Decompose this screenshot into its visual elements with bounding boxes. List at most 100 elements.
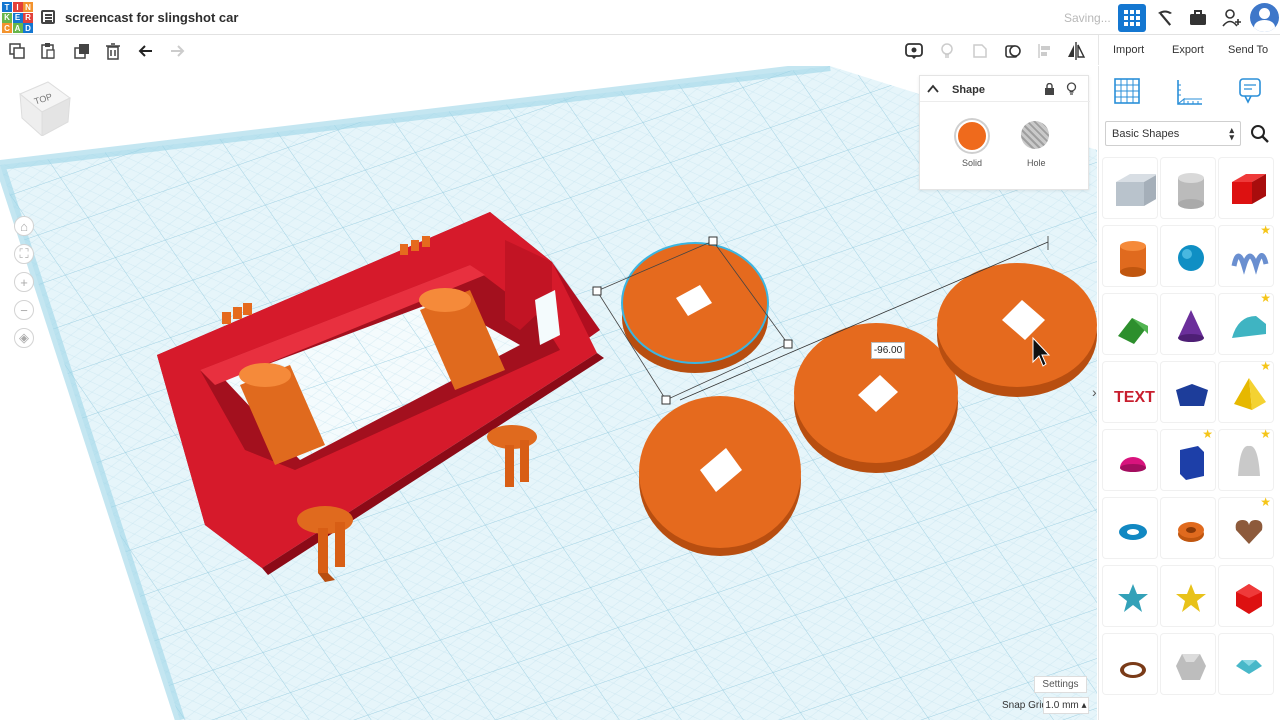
import-button[interactable]: Import [1113, 44, 1144, 56]
torus-icon [1119, 524, 1147, 540]
shape-polygon[interactable] [1161, 362, 1215, 422]
delete-icon[interactable] [102, 40, 124, 62]
shape-box[interactable] [1219, 158, 1273, 218]
undo-icon[interactable] [135, 40, 157, 62]
zoom-out-icon[interactable]: − [14, 300, 34, 320]
shape-ring[interactable] [1103, 634, 1157, 694]
shape-box-hole[interactable] [1103, 158, 1157, 218]
shape-gem[interactable] [1219, 634, 1273, 694]
shape-torus[interactable] [1103, 498, 1157, 558]
shape-scribble[interactable]: ★ [1219, 223, 1273, 286]
shape-panel-title: Shape [952, 84, 986, 96]
workplane-grid-icon[interactable] [1113, 77, 1141, 105]
saving-status: Saving... [1064, 11, 1111, 25]
snap-grid-select[interactable]: 1.0 mm ▴ [1043, 697, 1089, 714]
shape-library-select[interactable]: Basic Shapes ▴ ▾ [1105, 121, 1241, 146]
send-to-button[interactable]: Send To [1228, 44, 1268, 56]
view-cube[interactable]: TOP [18, 76, 72, 138]
pyramid-icon [1234, 378, 1266, 410]
solid-color-swatch[interactable] [956, 120, 988, 152]
shape-soccer-ball[interactable] [1161, 634, 1215, 694]
logo-letter: I [12, 2, 23, 12]
duplicate-icon[interactable] [71, 40, 93, 62]
collapse-panel-icon[interactable]: › [1092, 384, 1097, 400]
roof-icon [1118, 318, 1148, 344]
shape-star[interactable] [1103, 566, 1157, 626]
sphere-icon [1178, 245, 1204, 271]
fit-view-icon[interactable]: ⛶ [14, 244, 34, 264]
featured-star-icon: ★ [1260, 223, 1271, 237]
perspective-icon[interactable]: ◈ [14, 328, 34, 348]
logo-letter: N [23, 2, 33, 12]
chevron-up-icon[interactable] [927, 84, 939, 94]
export-button[interactable]: Export [1172, 44, 1204, 56]
logo-letter: A [12, 23, 23, 33]
logo-letter: E [12, 12, 23, 23]
shape-pyramid[interactable]: ★ [1219, 359, 1273, 422]
polygon-icon [1176, 384, 1208, 406]
avatar-icon[interactable] [1250, 3, 1279, 32]
notes-icon[interactable] [1238, 77, 1262, 105]
box-icon [1232, 174, 1266, 204]
featured-star-icon: ★ [1260, 291, 1271, 305]
shape-half-sphere[interactable] [1103, 430, 1157, 490]
shape-icosahedron[interactable] [1219, 566, 1273, 626]
shape-cone[interactable] [1161, 294, 1215, 354]
pickaxe-icon[interactable] [1151, 4, 1179, 32]
wheel-back[interactable] [937, 263, 1097, 397]
text-icon: TEXT [1114, 389, 1155, 406]
shape-hexagonal-prism[interactable]: ★ [1161, 427, 1215, 490]
shape-text[interactable]: TEXT [1103, 362, 1157, 422]
redo-icon[interactable] [166, 40, 188, 62]
scribble-icon [1231, 253, 1269, 275]
shape-star-gold[interactable] [1161, 566, 1215, 626]
ruler-icon[interactable] [1175, 77, 1205, 107]
shape-cylinder[interactable] [1103, 226, 1157, 286]
design-list-icon[interactable] [41, 10, 55, 24]
briefcase-icon[interactable] [1184, 4, 1212, 32]
wheel-front[interactable] [639, 396, 801, 556]
shape-cylinder-hole[interactable] [1161, 158, 1215, 218]
search-icon[interactable] [1247, 121, 1272, 146]
light-bulb-icon[interactable] [1066, 82, 1077, 96]
cylinder-icon [1120, 241, 1146, 277]
shape-paraboloid[interactable]: ★ [1219, 427, 1273, 490]
icosahedron-icon [1236, 584, 1262, 614]
top-bar: T I N K E R C A D screencast for slingsh… [0, 0, 1280, 35]
light-icon[interactable] [936, 40, 958, 62]
cylinder-hole-icon [1178, 173, 1204, 209]
settings-button[interactable]: Settings [1034, 676, 1087, 693]
round-roof-icon [1232, 316, 1266, 338]
paste-icon[interactable] [37, 40, 59, 62]
shape-roof[interactable] [1103, 294, 1157, 354]
shape-sphere[interactable] [1161, 226, 1215, 286]
comment-icon[interactable] [903, 40, 925, 62]
featured-star-icon: ★ [1260, 495, 1271, 509]
shape-heart[interactable]: ★ [1219, 495, 1273, 558]
shape-tube[interactable] [1161, 498, 1215, 558]
mirror-icon[interactable] [1065, 40, 1087, 62]
shape-round-roof[interactable]: ★ [1219, 291, 1273, 354]
hole-swatch[interactable] [1021, 121, 1049, 149]
tube-icon [1178, 522, 1204, 542]
snap-grid-value: 1.0 mm [1045, 700, 1079, 711]
zoom-in-icon[interactable]: + [14, 272, 34, 292]
copy-icon[interactable] [6, 40, 28, 62]
tinkercad-logo[interactable]: T I N K E R C A D [2, 2, 33, 33]
note-icon[interactable] [969, 40, 991, 62]
grid-view-icon[interactable] [1118, 4, 1146, 32]
logo-letter: T [2, 2, 12, 12]
featured-star-icon: ★ [1260, 427, 1271, 441]
dimension-value-label[interactable]: -96.00 [871, 342, 905, 359]
hole-label: Hole [1027, 158, 1046, 168]
align-icon[interactable] [1034, 40, 1056, 62]
soccer-ball-icon [1176, 654, 1206, 680]
lock-icon[interactable] [1044, 83, 1055, 95]
design-title[interactable]: screencast for slingshot car [65, 10, 238, 25]
logo-letter: K [2, 12, 12, 23]
shape-library-selected: Basic Shapes [1112, 128, 1180, 140]
add-user-icon[interactable] [1218, 4, 1246, 32]
home-view-icon[interactable]: ⌂ [14, 216, 34, 236]
toolbar: Import Export Send To [0, 35, 1280, 66]
workplane-icon[interactable] [1002, 40, 1024, 62]
